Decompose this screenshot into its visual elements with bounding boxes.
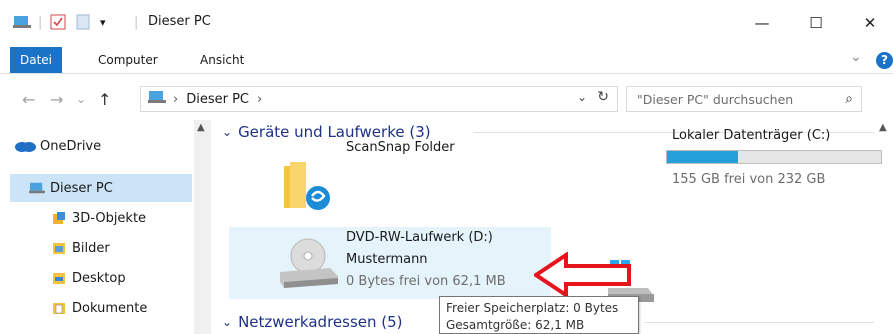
sidebar-item-label: Desktop bbox=[72, 270, 126, 286]
scansnap-title[interactable]: ScanSnap Folder bbox=[346, 140, 455, 155]
cube-icon bbox=[10, 211, 72, 225]
documents-folder-icon bbox=[10, 301, 72, 315]
group-header-label: Netzwerkadressen (5) bbox=[238, 313, 403, 331]
sidebar-item-label: Bilder bbox=[72, 240, 110, 256]
title-bar: | ▾ | Dieser PC — ☐ ✕ bbox=[0, 0, 893, 44]
sidebar-item-onedrive[interactable]: OneDrive bbox=[10, 132, 190, 160]
separator: | bbox=[134, 14, 139, 30]
back-button[interactable]: ← bbox=[22, 90, 35, 109]
help-icon[interactable]: ? bbox=[876, 52, 893, 69]
navigation-bar: ← → ⌄ ↑ › Dieser PC › ⌄ ↻ "Dieser PC" du… bbox=[0, 86, 893, 114]
dvd-drive-free-space: 0 Bytes frei von 62,1 MB bbox=[346, 274, 506, 289]
pictures-folder-icon bbox=[10, 241, 72, 255]
sidebar-item-label: 3D-Objekte bbox=[72, 210, 147, 226]
chevron-down-icon: ⌄ bbox=[222, 125, 233, 139]
group-header-label: Geräte und Laufwerke (3) bbox=[238, 123, 431, 141]
sidebar-item-label: Dokumente bbox=[72, 300, 148, 316]
tooltip-free-space: Freier Speicherplatz: 0 Bytes bbox=[446, 301, 619, 315]
sidebar-item-dieser-pc[interactable]: Dieser PC bbox=[10, 174, 192, 202]
c-drive-title[interactable]: Lokaler Datenträger (C:) bbox=[672, 128, 830, 143]
tooltip-total-size: Gesamtgröße: 62,1 MB bbox=[446, 318, 585, 332]
tab-datei[interactable]: Datei bbox=[10, 47, 63, 73]
computer-icon bbox=[12, 12, 32, 32]
ribbon-tabs: Datei Computer Ansicht ⌄ ? bbox=[0, 47, 893, 74]
new-folder-icon[interactable] bbox=[76, 12, 90, 32]
group-divider bbox=[644, 322, 874, 323]
dvd-drive-title[interactable]: DVD-RW-Laufwerk (D:) bbox=[346, 230, 493, 245]
recent-locations-button[interactable]: ⌄ bbox=[76, 92, 86, 106]
breadcrumb-separator: › bbox=[173, 91, 179, 107]
group-header-network[interactable]: ⌄ Netzwerkadressen (5) bbox=[222, 310, 403, 334]
search-placeholder: "Dieser PC" durchsuchen bbox=[637, 91, 794, 107]
forward-button[interactable]: → bbox=[50, 90, 63, 109]
red-arrow-annotation bbox=[532, 251, 634, 302]
dvd-drive-label: Mustermann bbox=[346, 252, 428, 267]
navigation-pane: OneDrive Dieser PC 3D-Objekte Bilder Des… bbox=[0, 120, 212, 334]
sidebar-item-bilder[interactable]: Bilder bbox=[10, 234, 190, 262]
window-title: Dieser PC bbox=[148, 14, 211, 29]
sidebar-item-label: OneDrive bbox=[40, 138, 102, 154]
close-button[interactable]: ✕ bbox=[850, 8, 890, 38]
quick-access-dropdown-icon[interactable]: ▾ bbox=[100, 12, 106, 32]
c-drive-free-space: 155 GB frei von 232 GB bbox=[672, 172, 826, 187]
computer-icon bbox=[10, 181, 50, 195]
tab-computer[interactable]: Computer bbox=[88, 47, 168, 73]
computer-icon bbox=[147, 89, 167, 109]
sidebar-item-label: Dieser PC bbox=[50, 180, 113, 196]
address-dropdown-icon[interactable]: ⌄ bbox=[577, 90, 587, 104]
c-drive-usage-bar bbox=[666, 150, 882, 164]
address-bar[interactable]: › Dieser PC › ⌄ ↻ bbox=[140, 86, 618, 112]
chevron-down-icon: ⌄ bbox=[222, 315, 233, 329]
separator: | bbox=[38, 14, 43, 30]
scroll-up-icon[interactable]: ▲ bbox=[197, 122, 205, 133]
content-scrollbar[interactable]: ▲ bbox=[876, 114, 893, 334]
refresh-icon[interactable]: ↻ bbox=[597, 89, 609, 105]
c-drive-usage-fill bbox=[667, 151, 739, 163]
properties-icon[interactable] bbox=[50, 12, 66, 32]
sidebar-scrollbar[interactable]: ▲ bbox=[194, 120, 211, 334]
up-button[interactable]: ↑ bbox=[98, 90, 111, 109]
breadcrumb-dieser-pc[interactable]: Dieser PC bbox=[186, 92, 249, 107]
ribbon-expand-icon[interactable]: ⌄ bbox=[850, 49, 862, 65]
scansnap-folder-icon[interactable] bbox=[282, 160, 338, 216]
breadcrumb-separator[interactable]: › bbox=[257, 92, 262, 107]
sidebar-item-desktop[interactable]: Desktop bbox=[10, 264, 190, 292]
maximize-button[interactable]: ☐ bbox=[796, 8, 836, 38]
scroll-up-icon[interactable]: ▲ bbox=[879, 122, 887, 133]
dvd-drive-icon[interactable] bbox=[278, 236, 340, 294]
sidebar-item-dokumente[interactable]: Dokumente bbox=[10, 294, 190, 322]
desktop-folder-icon bbox=[10, 271, 72, 285]
sidebar-item-3d-objekte[interactable]: 3D-Objekte bbox=[10, 204, 190, 232]
search-icon[interactable]: ⌕ bbox=[845, 91, 853, 107]
tab-ansicht[interactable]: Ansicht bbox=[190, 47, 254, 73]
drive-tooltip: Freier Speicherplatz: 0 Bytes Gesamtgröß… bbox=[439, 296, 639, 334]
cloud-icon bbox=[10, 140, 40, 152]
search-box[interactable]: "Dieser PC" durchsuchen ⌕ bbox=[626, 86, 862, 112]
minimize-button[interactable]: — bbox=[742, 8, 782, 38]
